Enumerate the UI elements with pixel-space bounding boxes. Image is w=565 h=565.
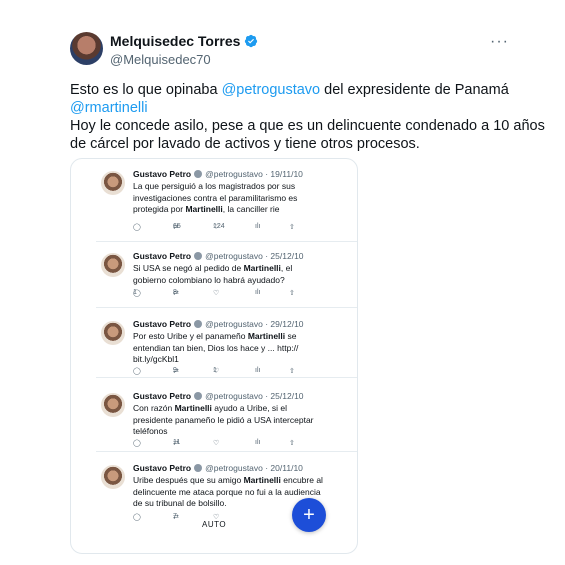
quoted-author-name: Gustavo Petro [133,463,192,473]
compose-button[interactable]: + [292,498,326,532]
reply-icon: ◯ [133,368,141,375]
reply-icon: ◯ 1 [133,289,141,297]
quoted-tweet: Gustavo Petro @petrogustavo · 19/11/10 L… [71,159,357,231]
retweet-icon: ⇄ 65 [173,223,181,231]
like-icon: ♡ 124 [213,223,225,231]
retweet-count: 11 [173,439,181,446]
divider [96,377,357,378]
views-icon: ılı [255,439,261,446]
retweet-icon: ⇄ 7 [173,513,179,521]
tweet-text-line-2: @rmartinelli [70,98,148,118]
quoted-handle-date: @petrogustavo · 20/11/10 [205,463,303,473]
text-segment: Esto es lo que opinaba [70,82,222,98]
verified-icon [194,392,203,400]
quoted-text: Con razón Martinelli ayudo a Uribe, si e… [133,403,323,438]
quoted-header: Gustavo Petro @petrogustavo · 19/11/10 [133,169,303,179]
retweet-icon: ⇄ 8 [173,289,179,297]
highlight-text: Martinelli [243,475,281,485]
quoted-tweet: Gustavo Petro @petrogustavo · 25/12/10 C… [71,381,357,451]
quoted-author-name: Gustavo Petro [133,391,192,401]
mention-link[interactable]: @petrogustavo [222,82,321,98]
highlight-text: Martinelli [174,403,212,413]
quoted-actions: ◯ ⇄ 11 ♡ ılı ⇧ [133,439,333,451]
quoted-header: Gustavo Petro @petrogustavo · 20/11/10 [133,463,303,473]
quoted-text: La que persiguió a los magistrados por s… [133,181,323,216]
quoted-author-name: Gustavo Petro [133,169,192,179]
views-icon: ılı [255,289,261,296]
share-icon: ⇧ [289,224,295,231]
verified-icon [245,34,258,48]
retweet-count: 7 [173,513,177,520]
tweet-text-line-3: Hoy le concede asilo, pese a que es un d… [70,118,545,134]
quoted-tweet: Gustavo Petro @petrogustavo · 25/12/10 S… [71,241,357,309]
divider [96,451,357,452]
reply-icon: ◯ [133,440,141,447]
avatar [101,171,125,195]
views-icon: ılı [255,223,261,230]
highlight-text: Martinelli [243,263,281,273]
quoted-header: Gustavo Petro @petrogustavo · 25/12/10 [133,251,304,261]
quoted-actions: ◯ 1 ⇄ 8 ♡ ılı ⇧ [133,289,333,301]
quoted-header: Gustavo Petro @petrogustavo · 25/12/10 [133,391,304,401]
mention-link[interactable]: @rmartinelli [70,100,148,116]
text-segment: Con razón [133,403,175,413]
retweet-count: 65 [173,223,181,230]
verified-icon [194,170,203,178]
share-icon: ⇧ [289,290,295,297]
tweet-text-line-1: Esto es lo que opinaba @petrogustavo del… [70,80,509,100]
reply-count: 1 [133,289,137,296]
tweet-text-line-4: de cárcel por lavado de activos y tiene … [70,136,420,152]
quoted-handle-date: @petrogustavo · 25/12/10 [205,251,304,261]
avatar [101,465,125,489]
more-options-icon[interactable]: ··· [490,33,509,51]
views-icon: ılı [255,367,261,374]
like-icon: ♡ [213,440,220,447]
reply-icon: ◯ [133,514,141,521]
verified-icon [194,464,203,472]
auto-label: AUTO [202,520,227,529]
quoted-handle-date: @petrogustavo · 19/11/10 [205,169,303,179]
quoted-header: Gustavo Petro @petrogustavo · 29/12/10 [133,319,304,329]
like-icon: ♡ 1 [213,367,220,375]
highlight-text: Martinelli [247,331,286,341]
share-icon: ⇧ [289,440,295,447]
avatar [101,321,125,345]
author-row: Melquisedec Torres [110,33,258,49]
quoted-handle-date: @petrogustavo · 29/12/10 [205,319,304,329]
avatar[interactable] [70,32,103,65]
quoted-author-name: Gustavo Petro [133,319,192,329]
avatar [101,393,125,417]
like-count: 1 [213,367,217,374]
quoted-image[interactable]: Gustavo Petro @petrogustavo · 19/11/10 L… [70,158,358,554]
retweet-count: 9 [173,367,177,374]
like-icon: ♡ [213,290,220,297]
avatar [101,253,125,277]
verified-icon [194,320,203,328]
highlight-text: Martinelli [185,204,223,214]
quoted-handle-date: @petrogustavo · 25/12/10 [205,391,304,401]
divider [96,307,357,308]
reply-icon: ◯ [133,224,141,231]
quoted-author-name: Gustavo Petro [133,251,192,261]
quoted-text: Si USA se negó al pedido de Martinelli, … [133,263,323,286]
text-segment: del expresidente de Panamá [320,82,509,98]
retweet-count: 8 [173,289,177,296]
retweet-icon: ⇄ 9 [173,367,179,375]
quoted-actions: ◯ ⇄ 65 ♡ 124 ılı ⇧ [133,223,333,235]
quoted-text: Por esto Uribe y el panameño Martinelli … [133,331,323,366]
author-name[interactable]: Melquisedec Torres [110,33,240,49]
text-segment: , la canciller rie [222,204,280,214]
text-segment: Uribe después que su amigo [133,475,244,485]
author-handle[interactable]: @Melquisedec70 [110,52,211,67]
quoted-tweet: Gustavo Petro @petrogustavo · 29/12/10 P… [71,309,357,381]
share-icon: ⇧ [289,368,295,375]
text-segment: Por esto Uribe y el panameño [133,331,248,341]
text-segment: Si USA se negó al pedido de [133,263,244,273]
tweet: Melquisedec Torres @Melquisedec70 ··· Es… [0,0,565,565]
verified-icon [194,252,203,260]
like-count: 124 [213,223,225,230]
retweet-icon: ⇄ 11 [173,439,181,447]
